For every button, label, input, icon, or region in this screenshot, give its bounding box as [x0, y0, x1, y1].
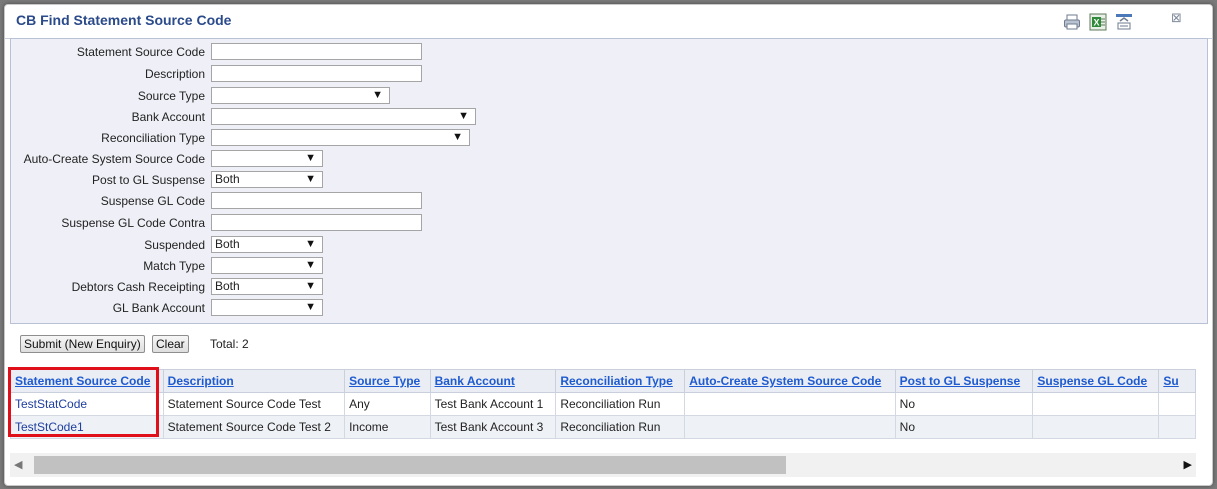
submit-button[interactable]: Submit (New Enquiry)	[20, 335, 145, 353]
horizontal-scrollbar[interactable]: ◀ ▶	[10, 453, 1196, 477]
search-form: Statement Source Code Description Source…	[10, 38, 1208, 324]
column-header-statement-source-code[interactable]: Statement Source Code	[10, 369, 164, 393]
field-label: Reconciliation Type	[101, 131, 205, 145]
post-to-gl-suspense-select[interactable]: Both ▼	[211, 171, 323, 188]
field-label: Post to GL Suspense	[92, 173, 205, 187]
clear-button[interactable]: Clear	[152, 335, 189, 353]
field-label: Match Type	[143, 259, 205, 273]
bank-account-select[interactable]: ▼	[211, 108, 476, 125]
field-label: Auto-Create System Source Code	[23, 152, 205, 166]
results-table: Statement Source Code Description Source…	[10, 369, 1196, 439]
column-header-post-to-gl-suspense[interactable]: Post to GL Suspense	[894, 369, 1034, 393]
table-cell: No	[894, 392, 1034, 416]
total-count: Total: 2	[210, 337, 249, 351]
svg-text:X: X	[1094, 18, 1100, 28]
field-label: Bank Account	[131, 110, 205, 124]
dropdown-arrow-icon: ▼	[305, 173, 316, 185]
title-bar: CB Find Statement Source Code X ⊠	[5, 5, 1212, 39]
table-row: TestStCode1 Statement Source Code Test 2…	[10, 415, 1196, 439]
debtors-cash-receipting-select[interactable]: Both ▼	[211, 278, 323, 295]
table-cell: Statement Source Code Test 2	[162, 415, 346, 439]
header-row: Statement Source Code Description Source…	[10, 369, 1196, 393]
table-cell: Reconciliation Run	[555, 392, 686, 416]
source-code-link[interactable]: TestStatCode	[15, 397, 87, 411]
dropdown-arrow-icon: ▼	[305, 301, 316, 313]
scroll-right-arrow-icon[interactable]: ▶	[1184, 458, 1192, 471]
results-grid: Statement Source Code Description Source…	[10, 369, 1196, 439]
column-header-bank-account[interactable]: Bank Account	[429, 369, 557, 393]
field-label: Description	[144, 67, 205, 81]
field-label: Suspended	[144, 238, 205, 252]
dropdown-arrow-icon: ▼	[305, 152, 316, 164]
close-icon[interactable]: ⊠	[1171, 10, 1182, 26]
table-cell	[1158, 392, 1196, 416]
field-label: Debtors Cash Receipting	[71, 280, 205, 294]
source-code-link[interactable]: TestStCode1	[15, 420, 84, 434]
match-type-select[interactable]: ▼	[211, 257, 323, 274]
table-cell: Reconciliation Run	[555, 415, 686, 439]
column-header-reconciliation-type[interactable]: Reconciliation Type	[555, 369, 686, 393]
suspended-select[interactable]: Both ▼	[211, 236, 323, 253]
table-cell: Any	[344, 392, 431, 416]
table-cell	[1032, 392, 1160, 416]
suspense-gl-code-input[interactable]	[211, 192, 422, 209]
suspense-gl-code-contra-input[interactable]	[211, 214, 422, 231]
field-label: Suspense GL Code	[100, 194, 205, 208]
field-label: Suspense GL Code Contra	[61, 216, 205, 230]
dropdown-arrow-icon: ▼	[305, 238, 316, 250]
table-cell: Income	[344, 415, 431, 439]
column-header-source-type[interactable]: Source Type	[344, 369, 431, 393]
table-row: TestStatCode Statement Source Code Test …	[10, 392, 1196, 416]
column-header-description[interactable]: Description	[162, 369, 346, 393]
scroll-left-arrow-icon[interactable]: ◀	[14, 458, 22, 471]
table-cell: Statement Source Code Test	[162, 392, 346, 416]
table-cell	[684, 392, 896, 416]
field-label: Statement Source Code	[76, 45, 205, 59]
reconciliation-type-select[interactable]: ▼	[211, 129, 470, 146]
auto-create-source-code-select[interactable]: ▼	[211, 150, 323, 167]
dropdown-arrow-icon: ▼	[458, 110, 469, 122]
dropdown-arrow-icon: ▼	[305, 280, 316, 292]
dropdown-arrow-icon: ▼	[305, 259, 316, 271]
select-value: Both	[215, 237, 240, 251]
gl-bank-account-select[interactable]: ▼	[211, 299, 323, 316]
table-cell	[1158, 415, 1196, 439]
cell-source-code[interactable]: TestStCode1	[10, 415, 164, 439]
statement-source-code-input[interactable]	[211, 43, 422, 60]
excel-export-icon[interactable]: X	[1089, 13, 1107, 31]
table-cell	[684, 415, 896, 439]
table-cell: No	[894, 415, 1034, 439]
source-type-select[interactable]: ▼	[211, 87, 390, 104]
table-cell: Test Bank Account 1	[429, 392, 557, 416]
collapse-icon[interactable]	[1115, 13, 1133, 31]
table-cell: Test Bank Account 3	[429, 415, 557, 439]
scrollbar-thumb[interactable]	[34, 456, 786, 474]
dialog-title: CB Find Statement Source Code	[16, 12, 232, 28]
select-value: Both	[215, 279, 240, 293]
select-value: Both	[215, 172, 240, 186]
dropdown-arrow-icon: ▼	[372, 89, 383, 101]
column-header-suspense-gl-code[interactable]: Suspense GL Code	[1032, 369, 1160, 393]
cell-source-code[interactable]: TestStatCode	[10, 392, 164, 416]
field-label: Source Type	[137, 89, 205, 103]
field-label: GL Bank Account	[112, 301, 205, 315]
description-input[interactable]	[211, 65, 422, 82]
print-icon[interactable]	[1063, 13, 1081, 31]
table-cell	[1032, 415, 1160, 439]
find-dialog: CB Find Statement Source Code X ⊠ Statem…	[4, 4, 1213, 486]
column-header-truncated[interactable]: Su	[1158, 369, 1196, 393]
dropdown-arrow-icon: ▼	[452, 131, 463, 143]
column-header-auto-create-source-code[interactable]: Auto-Create System Source Code	[684, 369, 896, 393]
